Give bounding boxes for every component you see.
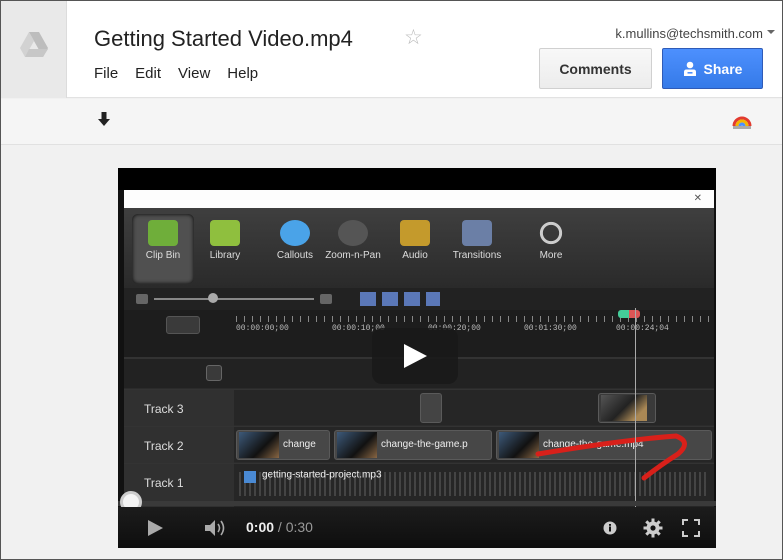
- time-total: 0:30: [285, 519, 313, 535]
- toolbar: [1, 99, 782, 145]
- header: Getting Started Video.mp4 ☆ File Edit Vi…: [1, 1, 782, 98]
- play-icon: [404, 344, 427, 368]
- frame-gear-icon: [166, 316, 200, 334]
- frame-tool-library: Library: [194, 214, 256, 284]
- time-display: 0:00 / 0:30: [246, 519, 313, 535]
- track-2-clip: change-the-game.p: [334, 430, 492, 460]
- frame-tool-audio: Audio: [384, 214, 446, 284]
- progress-bar[interactable]: [118, 501, 716, 506]
- play-overlay-button[interactable]: [372, 328, 458, 384]
- info-button[interactable]: [598, 507, 622, 548]
- menu-edit[interactable]: Edit: [135, 65, 161, 82]
- settings-button[interactable]: [638, 507, 668, 548]
- menu-bar: File Edit View Help: [94, 65, 275, 82]
- video-frame-tool-tabs: Clip Bin Library Callouts Zoom-n-Pan Aud…: [124, 208, 714, 288]
- frame-tool-callouts: Callouts: [264, 214, 326, 284]
- share-button[interactable]: Share: [662, 48, 763, 89]
- menu-view[interactable]: View: [178, 65, 210, 82]
- ruler-time-label: 00:00:24;04: [616, 324, 669, 333]
- track-1-clip: getting-started-project.mp3: [236, 467, 446, 497]
- drive-viewer: Getting Started Video.mp4 ☆ File Edit Vi…: [0, 0, 783, 560]
- drive-logo-icon: [20, 32, 48, 57]
- fullscreen-icon: [682, 518, 700, 537]
- frame-zoom-slider: [124, 288, 714, 310]
- share-label: Share: [703, 60, 743, 77]
- track-label: Track 3: [144, 402, 184, 416]
- info-icon: [603, 521, 617, 534]
- video-frame-titlebar: ✕: [124, 190, 714, 208]
- volume-button[interactable]: [200, 507, 232, 548]
- ruler-time-label: 00:01:30;00: [524, 324, 577, 333]
- menu-file[interactable]: File: [94, 65, 118, 82]
- drive-logo[interactable]: [1, 1, 67, 98]
- time-current: 0:00: [246, 519, 275, 535]
- gear-icon: [643, 518, 663, 537]
- play-icon: [148, 519, 163, 536]
- video-player[interactable]: ✕ Clip Bin Library Callouts Zoom-n-Pan A…: [118, 168, 716, 548]
- track-label: Track 1: [144, 476, 184, 490]
- ruler-time-label: 00:00:00;00: [236, 324, 289, 333]
- annotation-arrow: [535, 433, 687, 481]
- play-button[interactable]: [140, 507, 170, 548]
- frame-tool-more: More: [520, 214, 582, 284]
- comments-button[interactable]: Comments: [539, 48, 652, 89]
- star-icon[interactable]: ☆: [404, 27, 423, 48]
- track-2-clip: change: [236, 430, 330, 460]
- document-title: Getting Started Video.mp4: [94, 26, 353, 51]
- frame-tool-zoom-n-pan: Zoom-n-Pan: [322, 214, 384, 284]
- frame-playhead: [635, 308, 636, 508]
- video-top-bar: [118, 168, 716, 190]
- time-separator: /: [277, 519, 286, 535]
- fullscreen-button[interactable]: [676, 507, 706, 548]
- volume-icon: [205, 519, 225, 536]
- download-icon[interactable]: [97, 111, 111, 127]
- track-3-clip: [420, 393, 442, 423]
- player-controls: 0:00 / 0:30: [118, 507, 716, 548]
- share-person-icon: [683, 61, 696, 76]
- open-with-icon[interactable]: [731, 111, 753, 131]
- chevron-down-icon[interactable]: [767, 30, 775, 34]
- user-email[interactable]: k.mullins@techsmith.com: [615, 26, 763, 41]
- menu-help[interactable]: Help: [227, 65, 258, 82]
- track-label: Track 2: [144, 439, 184, 453]
- frame-tool-transitions: Transitions: [446, 214, 508, 284]
- frame-tool-clip-bin: Clip Bin: [132, 214, 194, 284]
